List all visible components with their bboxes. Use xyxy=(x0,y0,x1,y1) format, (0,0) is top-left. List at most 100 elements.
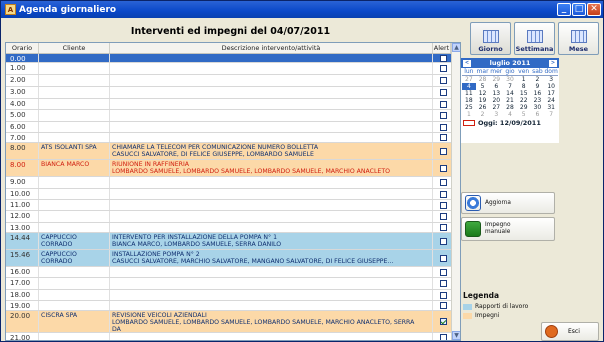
calendar-day[interactable]: 17 xyxy=(544,90,558,97)
table-row[interactable]: 13.00 xyxy=(6,223,452,233)
alert-checkbox[interactable] xyxy=(439,100,447,108)
calendar-day[interactable]: 20 xyxy=(489,97,503,104)
calendar-day[interactable]: 2 xyxy=(531,76,545,83)
view-button-giorno[interactable]: Giorno xyxy=(470,22,511,55)
calendar-day[interactable]: 28 xyxy=(503,104,517,111)
scroll-up-arrow[interactable]: ▲ xyxy=(452,43,460,52)
alert-checkbox[interactable] xyxy=(439,302,447,309)
calendar-day[interactable]: 8 xyxy=(517,83,531,90)
table-row[interactable]: 3.00 xyxy=(6,87,452,99)
calendar-day[interactable]: 13 xyxy=(489,90,503,97)
table-row[interactable]: 2.00 xyxy=(6,75,452,87)
table-row[interactable]: 8.00 ATS ISOLANTI SPA CHIAMARE LA TELECOM … xyxy=(6,143,452,160)
column-header-alert[interactable]: Alert xyxy=(433,43,451,53)
minimize-button[interactable]: _ xyxy=(557,3,571,16)
calendar-day[interactable]: 30 xyxy=(503,76,517,83)
table-row[interactable]: 9.00 xyxy=(6,177,452,189)
alert-checkbox[interactable] xyxy=(439,123,447,131)
calendar-day[interactable]: 5 xyxy=(517,111,531,118)
alert-checkbox[interactable] xyxy=(439,268,447,276)
new-appointment-button[interactable]: Impegno manuale xyxy=(461,217,555,241)
table-row[interactable]: 5.00 xyxy=(6,110,452,122)
calendar-day[interactable]: 29 xyxy=(517,104,531,111)
calendar-day[interactable]: 11 xyxy=(462,90,476,97)
alert-checkbox[interactable] xyxy=(439,54,447,62)
calendar-day[interactable]: 16 xyxy=(531,90,545,97)
column-header-time[interactable]: Orario xyxy=(6,43,39,53)
calendar-day[interactable]: 30 xyxy=(531,104,545,111)
table-row[interactable]: 16.00 xyxy=(6,267,452,278)
table-row[interactable]: 10.00 xyxy=(6,189,452,200)
calendar-day[interactable]: 23 xyxy=(531,97,545,104)
calendar-day[interactable]: 1 xyxy=(462,111,476,118)
calendar-day[interactable]: 9 xyxy=(531,83,545,90)
alert-checkbox[interactable] xyxy=(439,280,447,287)
view-button-settimana[interactable]: Settimana xyxy=(514,22,555,55)
alert-checkbox[interactable] xyxy=(439,334,447,340)
table-row[interactable]: 4.00 xyxy=(6,99,452,110)
calendar-day[interactable]: 3 xyxy=(544,76,558,83)
table-row[interactable]: 6.00 xyxy=(6,122,452,133)
column-header-description[interactable]: Descrizione intervento/attività xyxy=(110,43,433,53)
table-row[interactable]: 7.00 xyxy=(6,133,452,143)
calendar-today[interactable]: Oggi: 12/09/2011 xyxy=(461,118,559,128)
calendar-day[interactable]: 7 xyxy=(544,111,558,118)
calendar-day[interactable]: 22 xyxy=(517,97,531,104)
calendar-day[interactable]: 6 xyxy=(489,83,503,90)
table-row[interactable]: 21.00 xyxy=(6,333,452,340)
calendar-prev-button[interactable]: < xyxy=(463,59,471,67)
alert-checkbox[interactable] xyxy=(439,254,447,262)
calendar-day[interactable]: 27 xyxy=(489,104,503,111)
alert-checkbox[interactable] xyxy=(439,77,447,84)
alert-checkbox[interactable] xyxy=(439,89,447,96)
alert-checkbox[interactable] xyxy=(439,190,447,198)
alert-checkbox[interactable] xyxy=(439,134,447,141)
calendar-day[interactable]: 7 xyxy=(503,83,517,90)
exit-button[interactable]: Esci xyxy=(541,322,599,341)
calendar-day[interactable]: 5 xyxy=(476,83,490,90)
calendar-day[interactable]: 15 xyxy=(517,90,531,97)
calendar-day[interactable]: 18 xyxy=(462,97,476,104)
calendar-day[interactable]: 24 xyxy=(544,97,558,104)
alert-checkbox[interactable] xyxy=(439,179,447,186)
alert-checkbox[interactable] xyxy=(439,318,447,325)
table-row[interactable]: 15.46 CAPPUCCIO CORRADO INSTALLAZIONE POMP… xyxy=(6,250,452,267)
alert-checkbox[interactable] xyxy=(439,201,447,209)
alert-checkbox[interactable] xyxy=(439,65,447,72)
vertical-scrollbar[interactable]: ▲ ▼ xyxy=(451,43,460,340)
calendar-day[interactable]: 3 xyxy=(489,111,503,118)
calendar-day[interactable]: 19 xyxy=(476,97,490,104)
alert-checkbox[interactable] xyxy=(439,213,447,220)
table-row[interactable]: 12.00 xyxy=(6,211,452,223)
calendar-day[interactable]: 10 xyxy=(544,83,558,90)
table-row[interactable]: 14.44 CAPPUCCIO CORRADO INTERVENTO PER INS… xyxy=(6,233,452,250)
calendar-day[interactable]: 28 xyxy=(476,76,490,83)
calendar-day[interactable]: 31 xyxy=(544,104,558,111)
title-bar[interactable]: A Agenda giornaliero _ □ ✕ xyxy=(1,1,603,18)
alert-checkbox[interactable] xyxy=(439,237,447,245)
table-row[interactable]: 11.00 xyxy=(6,200,452,211)
table-row[interactable]: 1.00 xyxy=(6,63,452,75)
calendar-day[interactable]: 6 xyxy=(531,111,545,118)
table-row[interactable]: 20.00 CISCRA SPA REVISIONE VEICOLI AZIENDA… xyxy=(6,311,452,333)
refresh-button[interactable]: Aggiorna xyxy=(461,192,555,214)
calendar-day[interactable]: 4 xyxy=(503,111,517,118)
table-row[interactable]: 19.00 xyxy=(6,301,452,311)
table-row[interactable]: 0.00 xyxy=(6,54,452,63)
maximize-button[interactable]: □ xyxy=(572,3,586,16)
table-row[interactable]: 18.00 xyxy=(6,290,452,301)
calendar-day[interactable]: 27 xyxy=(462,76,476,83)
calendar-day[interactable]: 21 xyxy=(503,97,517,104)
alert-checkbox[interactable] xyxy=(439,224,447,231)
table-row[interactable]: 17.00 xyxy=(6,278,452,290)
calendar-next-button[interactable]: > xyxy=(548,59,557,67)
calendar-day[interactable]: 12 xyxy=(476,90,490,97)
calendar-day[interactable]: 1 xyxy=(517,76,531,83)
calendar-day[interactable]: 14 xyxy=(503,90,517,97)
alert-checkbox[interactable] xyxy=(439,291,447,299)
column-header-client[interactable]: Cliente xyxy=(39,43,110,53)
alert-checkbox[interactable] xyxy=(439,147,447,155)
calendar-day[interactable]: 2 xyxy=(476,111,490,118)
view-button-mese[interactable]: Mese xyxy=(558,22,599,55)
calendar-day[interactable]: 4 xyxy=(462,83,476,90)
